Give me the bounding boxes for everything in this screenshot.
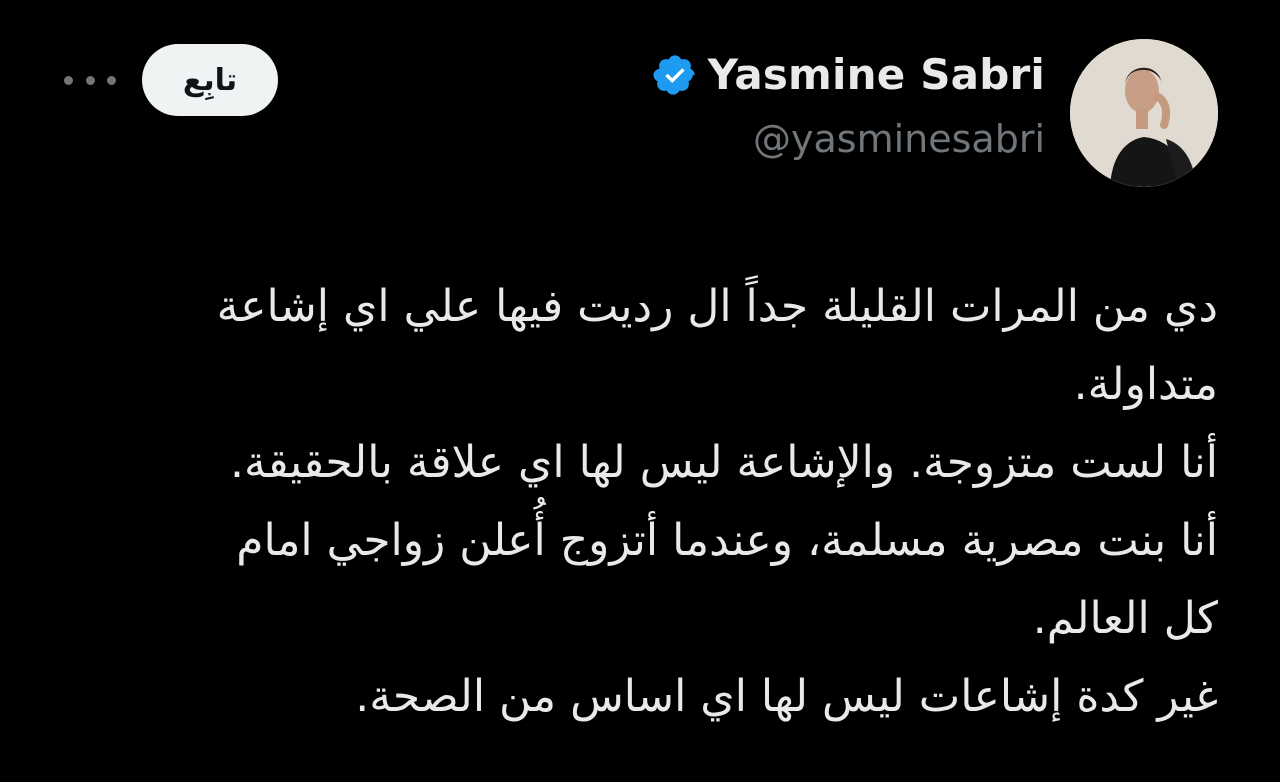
display-name-text: Yasmine Sabri: [707, 50, 1045, 99]
more-options-icon[interactable]: [64, 66, 116, 94]
tweet-line: أنا لست متزوجة. والإشاعة ليس لها اي علاق…: [230, 437, 1218, 488]
author-handle[interactable]: @yasminesabri: [753, 117, 1045, 161]
more-dot: [64, 75, 73, 85]
tweet-line: غير كدة إشاعات ليس لها اي اساس من الصحة.: [355, 671, 1218, 722]
more-dot: [85, 75, 95, 85]
avatar[interactable]: [1070, 39, 1218, 187]
tweet-line: كل العالم.: [1032, 593, 1218, 644]
tweet-line: متداولة.: [1073, 359, 1218, 410]
author-display-name[interactable]: Yasmine Sabri: [652, 50, 1045, 99]
follow-button[interactable]: تابِع: [142, 44, 278, 116]
tweet-text: دي من المرات القليلة جداً ال رديت فيها ع…: [78, 268, 1218, 736]
verified-badge-icon: [653, 54, 695, 95]
avatar-photo: [1070, 39, 1218, 187]
tweet-line: أنا بنت مصرية مسلمة، وعندما أتزوج أُعلن …: [236, 515, 1218, 566]
tweet-line: دي من المرات القليلة جداً ال رديت فيها ع…: [216, 281, 1218, 332]
more-dot: [107, 75, 116, 85]
